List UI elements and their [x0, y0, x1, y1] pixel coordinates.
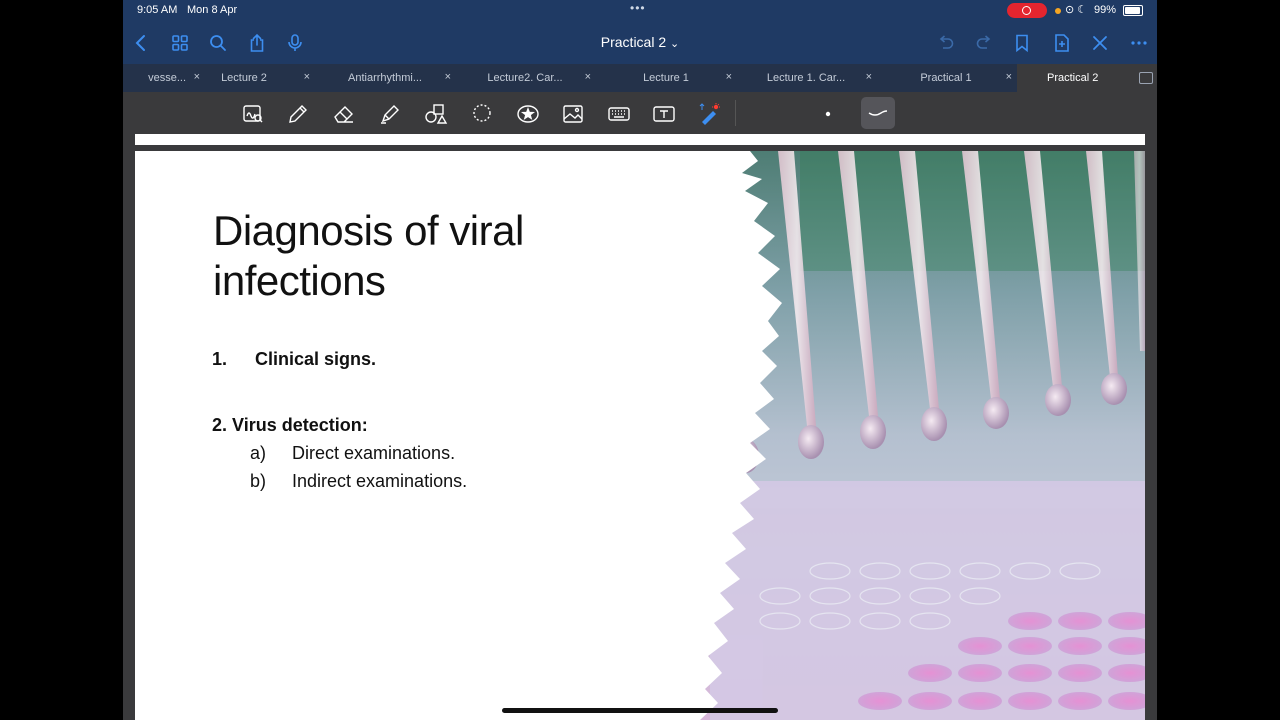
document-title: Practical 2 ⌄	[123, 34, 1157, 50]
close-tab-icon[interactable]: ×	[445, 71, 451, 83]
close-tab-icon[interactable]: ×	[726, 71, 732, 83]
image-icon[interactable]	[559, 100, 587, 128]
previous-page-edge	[135, 134, 1145, 145]
chevron-down-icon: ⌄	[670, 38, 680, 50]
tab-bar: vesse... × Lecture 2 × Antiarrhythmi... …	[123, 64, 1157, 92]
shapes-icon[interactable]	[422, 100, 450, 128]
tab-label: vesse...	[148, 72, 186, 84]
status-date: Mon 8 Apr	[187, 4, 238, 16]
pen-icon[interactable]	[284, 100, 312, 128]
list-item-clinical-signs: Clinical signs.	[255, 349, 377, 369]
zoom-window-icon[interactable]	[239, 100, 267, 128]
document-title-button[interactable]: Practical 2 ⌄	[601, 34, 679, 50]
tab-lecture2-car[interactable]: Lecture2. Car... ×	[469, 64, 609, 92]
status-time: 9:05 AM	[137, 4, 178, 16]
toolbar-divider	[735, 100, 736, 126]
sticker-icon[interactable]	[514, 100, 542, 128]
grid-view-icon[interactable]	[168, 31, 192, 55]
tab-label: Lecture 2	[221, 72, 267, 84]
highlighter-icon[interactable]	[376, 100, 404, 128]
screen-recording-icon[interactable]	[1007, 3, 1047, 18]
battery-icon	[1123, 5, 1143, 16]
nav-bar: Practical 2 ⌄	[123, 22, 1157, 64]
slide-page[interactable]: Diagnosis of viral infections 1. Clinica…	[135, 151, 1145, 720]
back-icon[interactable]	[129, 31, 153, 55]
tab-lecture1-car[interactable]: Lecture 1. Car... ×	[750, 64, 890, 92]
keyboard-icon[interactable]	[605, 100, 633, 128]
slide-title-line-2: infections	[213, 257, 386, 304]
sub-item-letter: a)	[250, 443, 267, 463]
lasso-icon[interactable]	[468, 100, 496, 128]
close-tab-icon[interactable]: ×	[866, 71, 872, 83]
undo-icon[interactable]	[934, 31, 958, 55]
close-editing-icon[interactable]	[1088, 31, 1112, 55]
more-options-icon[interactable]	[1127, 31, 1151, 55]
slide-title-line-1: Diagnosis of viral	[213, 207, 524, 254]
split-view-icon[interactable]	[1139, 72, 1153, 84]
home-indicator[interactable]	[502, 708, 778, 713]
bookmark-icon[interactable]	[1010, 31, 1034, 55]
pen-style-stroke-icon[interactable]	[861, 97, 895, 129]
tab-label: Practical 2	[1047, 72, 1099, 84]
search-icon[interactable]	[206, 31, 230, 55]
multitasking-dots-icon[interactable]: •••	[630, 1, 646, 15]
battery-percent: 99%	[1094, 4, 1117, 16]
list-item-number: 1.	[212, 349, 228, 369]
mic-indicator-icon	[1055, 8, 1061, 14]
tab-label: Antiarrhythmi...	[348, 72, 422, 84]
pipette-tips-photo	[650, 151, 1145, 720]
tab-lecture-1[interactable]: Lecture 1 ×	[610, 64, 750, 92]
tab-practical-1[interactable]: Practical 1 ×	[890, 64, 1030, 92]
share-icon[interactable]	[245, 31, 269, 55]
pen-size-small-icon[interactable]	[814, 100, 842, 128]
tab-antiarrhythmic[interactable]: Antiarrhythmi... ×	[329, 64, 469, 92]
microphone-icon[interactable]	[283, 31, 307, 55]
redo-icon[interactable]	[972, 31, 996, 55]
sub-item-direct-examinations: Direct examinations.	[292, 443, 456, 463]
tab-lecture-2[interactable]: Lecture 2 ×	[188, 64, 328, 92]
lock-rotation-icon: ⊙ ☾	[1065, 4, 1088, 16]
text-icon[interactable]	[650, 100, 678, 128]
tab-label: Practical 1	[920, 72, 972, 84]
tab-label: Lecture 1. Car...	[766, 72, 846, 84]
close-tab-icon[interactable]: ×	[1006, 71, 1012, 83]
sub-item-indirect-examinations: Indirect examinations.	[292, 471, 468, 491]
sub-item-letter: b)	[250, 471, 267, 491]
document-title-text: Practical 2	[600, 34, 667, 50]
list-item-virus-detection: 2. Virus detection:	[212, 415, 368, 435]
annotation-toolbar	[123, 92, 1157, 134]
slide-title: Diagnosis of viral infections	[213, 206, 633, 306]
document-canvas[interactable]: Diagnosis of viral infections 1. Clinica…	[135, 134, 1145, 720]
tab-label: Lecture 1	[643, 72, 689, 84]
app-window: 9:05 AM Mon 8 Apr ••• ⊙ ☾ 99% Practical …	[123, 0, 1157, 720]
tab-practical-2[interactable]: Practical 2	[1017, 64, 1157, 92]
laser-pointer-icon[interactable]	[695, 100, 723, 128]
add-page-icon[interactable]	[1050, 31, 1074, 55]
eraser-icon[interactable]	[330, 100, 358, 128]
close-tab-icon[interactable]: ×	[585, 71, 591, 83]
status-bar: 9:05 AM Mon 8 Apr ••• ⊙ ☾ 99%	[123, 0, 1157, 22]
tab-label: Lecture2. Car...	[487, 72, 563, 84]
close-tab-icon[interactable]: ×	[304, 71, 310, 83]
